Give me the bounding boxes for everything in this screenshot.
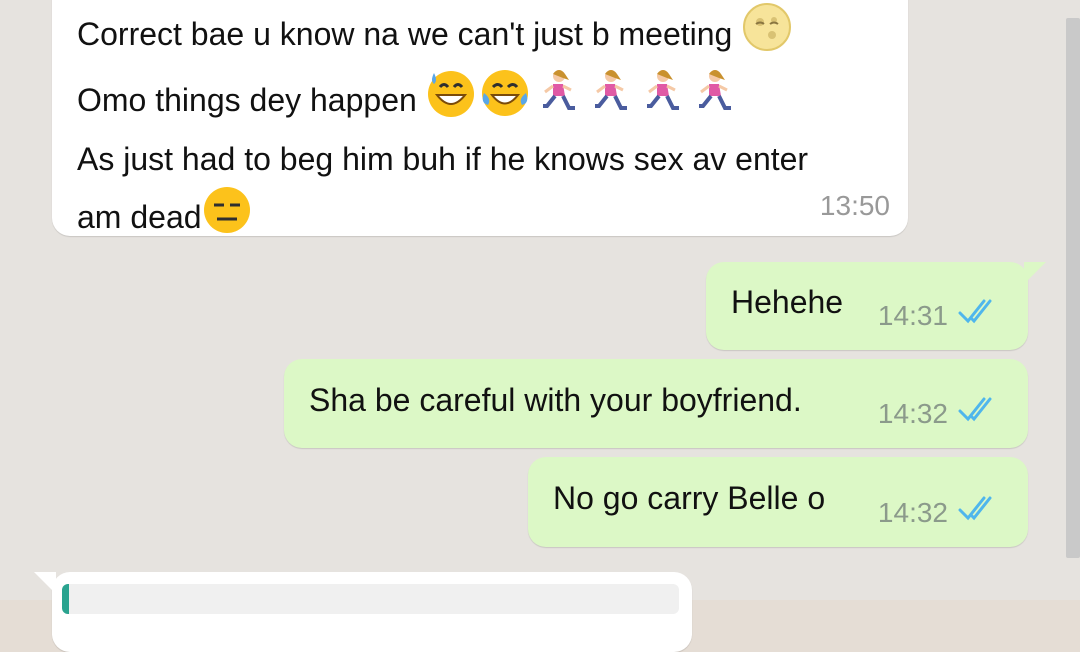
grinning-sweat-emoji (425, 67, 477, 134)
message-text: am dead (77, 199, 202, 235)
message-text: Omo things dey happen (77, 82, 417, 118)
message-line: As just had to beg him buh if he knows s… (77, 134, 808, 185)
message-text: No go carry Belle o (553, 480, 826, 516)
woman-running-emoji (693, 68, 739, 133)
quoted-message-preview[interactable] (62, 584, 679, 614)
message-time: 14:31 (877, 299, 948, 331)
double-check-icon (958, 496, 1002, 529)
outgoing-message-bubble[interactable]: No go carry Belle o 14:32 (528, 457, 1028, 547)
message-text: As just had to beg him buh if he knows s… (77, 141, 809, 177)
chat-area: Correct bae u know na we can't just b me… (0, 0, 1080, 652)
message-text: Hehehe (731, 284, 844, 320)
message-text: Sha be careful with your boyfriend. (309, 382, 802, 418)
double-check-icon (958, 397, 1002, 430)
outgoing-message-bubble[interactable]: Hehehe 14:31 (706, 262, 1046, 350)
woman-running-emoji (537, 68, 583, 133)
woman-running-emoji (589, 68, 635, 133)
bubble-tail (34, 572, 56, 594)
message-line: Omo things dey happen (77, 67, 808, 134)
message-time: 14:32 (877, 496, 948, 528)
incoming-message-bubble[interactable]: Correct bae u know na we can't just b me… (52, 0, 908, 236)
message-time: 14:32 (877, 397, 948, 429)
message-time: 13:50 (819, 190, 890, 221)
bubble-tail (1024, 262, 1046, 284)
message-line: am dead (77, 185, 808, 250)
expressionless-face-emoji (202, 185, 252, 250)
message-line: Correct bae u know na we can't just b me… (77, 2, 808, 67)
moon-face-emoji (742, 2, 792, 67)
double-check-icon (958, 299, 1002, 332)
woman-running-emoji (641, 68, 687, 133)
message-text: Correct bae u know na we can't just b me… (77, 16, 733, 52)
scrollbar[interactable] (1066, 18, 1080, 558)
tears-of-joy-emoji (479, 67, 531, 134)
outgoing-message-bubble[interactable]: Sha be careful with your boyfriend. 14:3… (284, 359, 1028, 448)
